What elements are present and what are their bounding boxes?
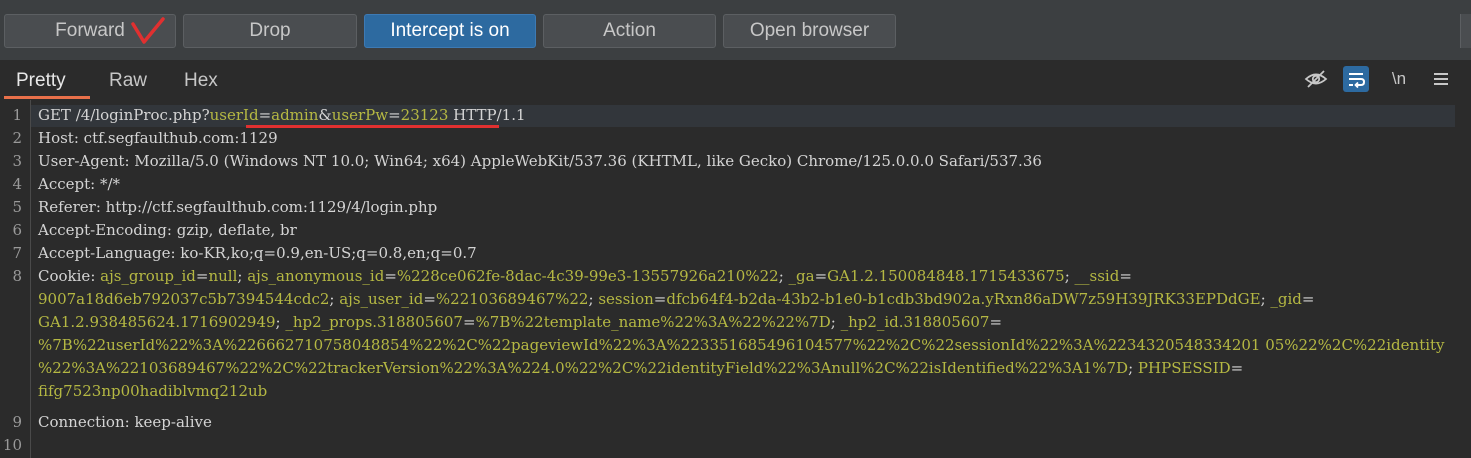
cookie-name: _gid bbox=[1270, 290, 1302, 308]
action-label: Action bbox=[603, 20, 656, 41]
cookie-value: dfcb64f4-b2da-43b2-b1e0-b1cdb3bd902a.yRx… bbox=[666, 290, 1261, 308]
red-underline-annotation bbox=[246, 125, 499, 128]
header-name: Accept-Encoding bbox=[38, 221, 167, 239]
header-value: : gzip, deflate, br bbox=[166, 221, 297, 239]
cookie-value: GA1.2.150084848.1715433675 bbox=[827, 267, 1065, 285]
header-line: Connection: keep-alive bbox=[38, 413, 212, 431]
param-separator: & bbox=[318, 106, 332, 124]
cookie-value: %228ce062fe-8dac-4c39-99e3-13557926a210%… bbox=[396, 267, 779, 285]
cookie-wrap-line: 9007a18d6eb792037c5b7394544cdc2; ajs_use… bbox=[38, 290, 1315, 308]
cookie-value: %22103689467%22 bbox=[435, 290, 589, 308]
header-line: Accept: */* bbox=[38, 175, 120, 193]
header-value: : http://ctf.segfaulthub.com:1129/4/logi… bbox=[95, 198, 438, 216]
drop-label: Drop bbox=[249, 20, 291, 41]
header-name: Accept bbox=[38, 175, 91, 193]
header-name: User-Agent bbox=[38, 152, 125, 170]
header-name: Referer bbox=[38, 198, 96, 216]
cookie-wrap-line: fifg7523np00hadiblvmq212ub bbox=[38, 382, 267, 400]
cookie-name: _hp2_id.318805607 bbox=[840, 313, 990, 331]
toolbar-overflow-button[interactable] bbox=[1460, 14, 1471, 48]
header-value: : ctf.segfaulthub.com:1129 bbox=[73, 129, 278, 147]
cookie-value: null bbox=[208, 267, 238, 285]
line-number: 2 bbox=[12, 129, 22, 147]
header-value: : */* bbox=[90, 175, 121, 193]
header-name: Cookie bbox=[38, 267, 91, 285]
line-number-gutter: 1 2 3 4 5 6 7 8 9 10 bbox=[0, 100, 31, 458]
cookie-name: session bbox=[598, 290, 654, 308]
cookie-name: ajs_user_id bbox=[339, 290, 424, 308]
header-value: : ko-KR,ko;q=0.9,en-US;q=0.8,en;q=0.7 bbox=[170, 244, 477, 262]
header-name: Accept-Language bbox=[38, 244, 171, 262]
param-name: userPw bbox=[331, 106, 389, 124]
cookie-wrap-line: GA1.2.938485624.1716902949; _hp2_props.3… bbox=[38, 313, 1003, 331]
request-editor[interactable]: 1 2 3 4 5 6 7 8 9 10 GET /4/loginProc.ph… bbox=[0, 100, 1471, 458]
cookie-wrap-line: %22%3A%22103689467%22%2C%22trackerVersio… bbox=[38, 359, 1244, 377]
cookie-name: ajs_anonymous_id bbox=[247, 267, 385, 285]
request-line: GET /4/loginProc.php?userId=admin&userPw… bbox=[38, 106, 526, 124]
cookie-value: %7B%22template_name%22%3A%22%22%7D bbox=[475, 313, 831, 331]
open-browser-button[interactable]: Open browser bbox=[723, 14, 896, 48]
window-title-strip bbox=[0, 0, 1471, 8]
line-number: 10 bbox=[2, 436, 22, 454]
line-number: 3 bbox=[12, 152, 22, 170]
param-name: userId bbox=[209, 106, 259, 124]
header-line: Accept-Encoding: gzip, deflate, br bbox=[38, 221, 297, 239]
message-view-tabs: Pretty Raw Hex \n bbox=[0, 60, 1471, 101]
tab-hex[interactable]: Hex bbox=[184, 70, 218, 92]
header-name: Connection bbox=[38, 413, 125, 431]
http-version: HTTP/1.1 bbox=[448, 106, 526, 124]
open-browser-label: Open browser bbox=[749, 20, 870, 41]
param-equals: = bbox=[258, 106, 272, 124]
show-newlines-icon[interactable]: \n bbox=[1386, 66, 1412, 92]
tab-raw[interactable]: Raw bbox=[109, 70, 147, 92]
header-line: Host: ctf.segfaulthub.com:1129 bbox=[38, 129, 278, 147]
active-tab-indicator bbox=[4, 96, 90, 99]
wrap-lines-icon[interactable] bbox=[1343, 66, 1369, 92]
proxy-toolbar: Forward Drop Intercept is on Action Open… bbox=[0, 8, 1471, 61]
hide-nonprinting-icon[interactable] bbox=[1303, 66, 1329, 92]
action-button[interactable]: Action bbox=[543, 14, 716, 48]
header-name: Host bbox=[38, 129, 74, 147]
param-equals: = bbox=[388, 106, 401, 124]
cookie-wrap-line: %7B%22userId%22%3A%226662710758048854%22… bbox=[38, 336, 1445, 354]
intercept-toggle-button[interactable]: Intercept is on bbox=[364, 14, 536, 48]
cookie-name: _ga bbox=[788, 267, 815, 285]
param-value: admin bbox=[271, 106, 319, 124]
line-number: 1 bbox=[12, 106, 22, 124]
cookie-value: GA1.2.938485624.1716902949 bbox=[38, 313, 276, 331]
line-number: 5 bbox=[12, 198, 22, 216]
cookie-value: %7B%22userId%22%3A%226662710758048854%22… bbox=[38, 336, 1445, 354]
cookie-value: fifg7523np00hadiblvmq212ub bbox=[38, 382, 268, 400]
header-value: : keep-alive bbox=[124, 413, 212, 431]
forward-label: Forward bbox=[55, 20, 125, 41]
tab-pretty[interactable]: Pretty bbox=[16, 70, 66, 92]
cookie-value: 9007a18d6eb792037c5b7394544cdc2 bbox=[38, 290, 330, 308]
cookie-name: _hp2_props.318805607 bbox=[285, 313, 463, 331]
cookie-value: %22%3A%22103689467%22%2C%22trackerVersio… bbox=[38, 359, 1129, 377]
drop-button[interactable]: Drop bbox=[183, 14, 357, 48]
line-number: 8 bbox=[12, 267, 22, 285]
cookie-name: __ssid bbox=[1074, 267, 1120, 285]
intercept-label: Intercept is on bbox=[390, 20, 510, 41]
cookie-name: PHPSESSID bbox=[1137, 359, 1231, 377]
header-colon: : bbox=[90, 267, 101, 285]
red-checkmark-annotation bbox=[131, 17, 165, 44]
param-value: 23123 bbox=[400, 106, 449, 124]
line-number: 4 bbox=[12, 175, 22, 193]
header-line: Accept-Language: ko-KR,ko;q=0.9,en-US;q=… bbox=[38, 244, 477, 262]
line-number: 7 bbox=[12, 244, 22, 262]
header-line: User-Agent: Mozilla/5.0 (Windows NT 10.0… bbox=[38, 152, 1042, 170]
request-method-path: GET /4/loginProc.php? bbox=[38, 106, 210, 124]
header-value: : Mozilla/5.0 (Windows NT 10.0; Win64; x… bbox=[124, 152, 1042, 170]
line-number: 9 bbox=[12, 413, 22, 431]
cookie-header-line: Cookie: ajs_group_id=null; ajs_anonymous… bbox=[38, 267, 1132, 285]
cookie-name: ajs_group_id bbox=[100, 267, 196, 285]
line-number: 6 bbox=[12, 221, 22, 239]
header-line: Referer: http://ctf.segfaulthub.com:1129… bbox=[38, 198, 437, 216]
menu-icon[interactable] bbox=[1428, 66, 1454, 92]
